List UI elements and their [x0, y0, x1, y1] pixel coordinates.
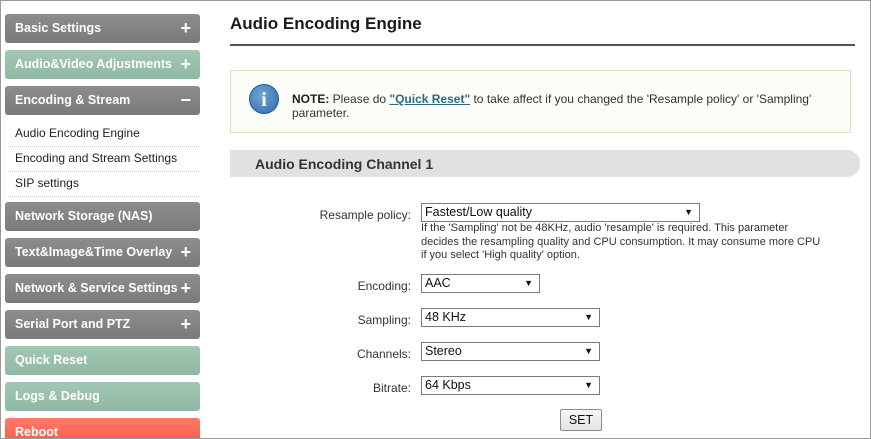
nav-label: Serial Port and PTZ	[15, 317, 131, 331]
info-icon: i	[249, 84, 279, 114]
dropdown-arrow-icon: ▼	[524, 278, 533, 288]
resample-policy-value: Fastest/Low quality	[425, 205, 532, 219]
resample-policy-select[interactable]: Fastest/Low quality ▼	[421, 203, 700, 222]
note-prefix: NOTE:	[292, 92, 330, 106]
bitrate-select[interactable]: 64 Kbps ▼	[421, 376, 600, 395]
dropdown-arrow-icon: ▼	[584, 380, 593, 390]
channels-value: Stereo	[425, 344, 462, 358]
nav-audio-video-adjustments[interactable]: Audio&Video Adjustments +	[5, 50, 200, 79]
expand-plus-icon: +	[180, 278, 191, 298]
resample-policy-label: Resample policy:	[319, 208, 411, 222]
nav-label: Audio&Video Adjustments	[15, 57, 172, 71]
nav-label: Encoding & Stream	[15, 93, 131, 107]
nav-label: Reboot	[15, 425, 59, 439]
nav-label: Logs & Debug	[15, 389, 100, 403]
nav-logs-debug[interactable]: Logs & Debug	[5, 382, 200, 411]
sampling-select[interactable]: 48 KHz ▼	[421, 308, 600, 327]
dropdown-arrow-icon: ▼	[584, 346, 593, 356]
sidebar-item-sip-settings[interactable]: SIP settings	[15, 176, 79, 190]
channel-section-header: Audio Encoding Channel 1	[230, 150, 860, 177]
encoding-select[interactable]: AAC ▼	[421, 274, 540, 293]
sidebar-item-audio-encoding-engine[interactable]: Audio Encoding Engine	[15, 126, 140, 140]
quick-reset-link[interactable]: "Quick Reset"	[389, 92, 470, 106]
note-box: i NOTE: Please do "Quick Reset" to take …	[230, 70, 851, 133]
expand-plus-icon: +	[180, 314, 191, 334]
note-text-before: Please do	[329, 92, 390, 106]
sampling-value: 48 KHz	[425, 310, 466, 324]
nav-serial-port-ptz[interactable]: Serial Port and PTZ +	[5, 310, 200, 339]
nav-text-image-time-overlay[interactable]: Text&Image&Time Overlay +	[5, 238, 200, 267]
nav-label: Network Storage (NAS)	[15, 209, 153, 223]
encoding-value: AAC	[425, 276, 451, 290]
nav-encoding-stream[interactable]: Encoding & Stream −	[5, 86, 200, 115]
sampling-label: Sampling:	[357, 313, 411, 327]
title-divider	[230, 44, 855, 46]
divider	[8, 146, 199, 147]
page-title: Audio Encoding Engine	[230, 14, 422, 33]
nav-basic-settings[interactable]: Basic Settings +	[5, 14, 200, 43]
nav-network-storage[interactable]: Network Storage (NAS)	[5, 202, 200, 231]
sidebar-item-encoding-stream-settings[interactable]: Encoding and Stream Settings	[15, 151, 177, 165]
encoding-label: Encoding:	[357, 279, 411, 293]
nav-network-service-settings[interactable]: Network & Service Settings +	[5, 274, 200, 303]
expand-plus-icon: +	[180, 18, 191, 38]
collapse-minus-icon: −	[180, 90, 191, 110]
bitrate-label: Bitrate:	[372, 381, 411, 395]
channels-select[interactable]: Stereo ▼	[421, 342, 600, 361]
expand-plus-icon: +	[180, 54, 191, 74]
note-text: NOTE: Please do "Quick Reset" to take af…	[292, 92, 832, 120]
channels-label: Channels:	[356, 347, 411, 361]
app-frame: Basic Settings + Audio&Video Adjustments…	[0, 0, 871, 439]
bitrate-value: 64 Kbps	[425, 378, 471, 392]
set-button[interactable]: SET	[560, 409, 602, 431]
dropdown-arrow-icon: ▼	[584, 312, 593, 322]
nav-label: Text&Image&Time Overlay	[15, 245, 173, 259]
resample-policy-hint: If the 'Sampling' not be 48KHz, audio 'r…	[421, 222, 821, 261]
expand-plus-icon: +	[180, 242, 191, 262]
channel-title: Audio Encoding Channel 1	[255, 156, 434, 172]
nav-reboot[interactable]: Reboot	[5, 418, 200, 439]
nav-label: Basic Settings	[15, 21, 102, 35]
nav-label: Quick Reset	[15, 353, 88, 367]
nav-label: Network & Service Settings	[15, 281, 178, 295]
divider	[8, 171, 199, 172]
nav-quick-reset[interactable]: Quick Reset	[5, 346, 200, 375]
dropdown-arrow-icon: ▼	[684, 207, 693, 217]
divider	[8, 196, 199, 197]
